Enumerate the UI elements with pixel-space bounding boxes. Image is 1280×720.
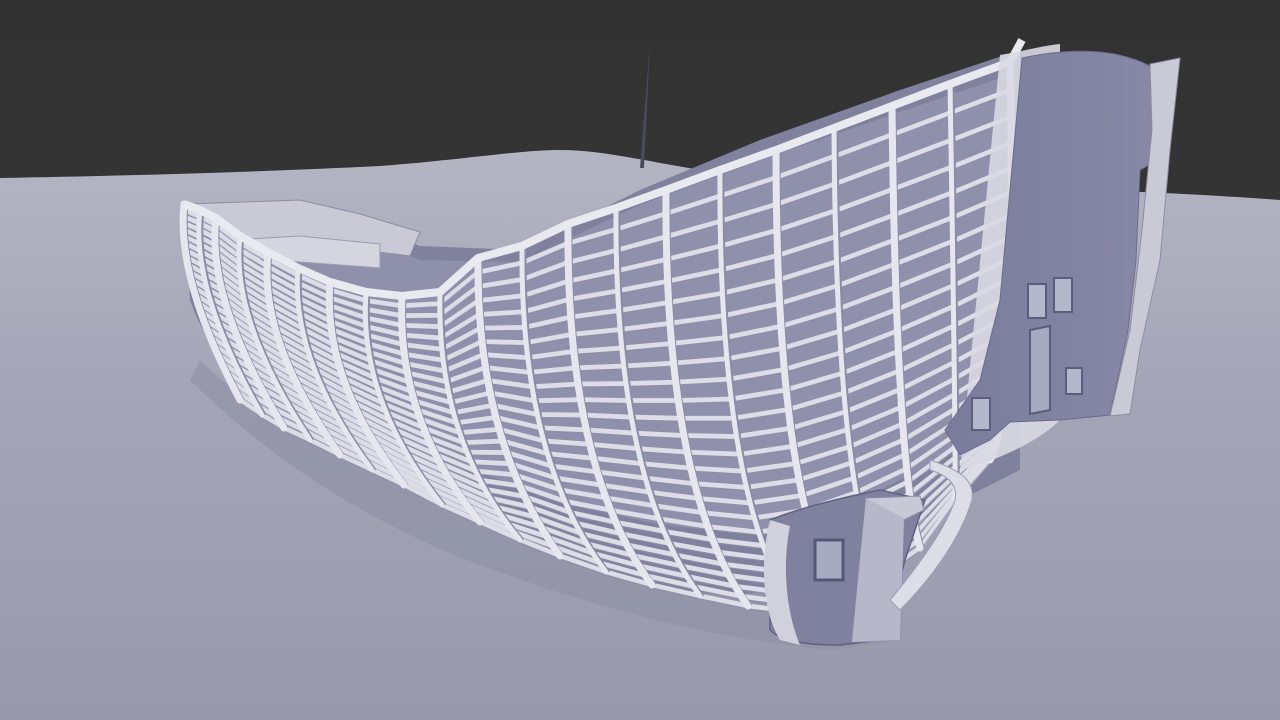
transom-window-4 bbox=[971, 397, 991, 431]
transom-window-3 bbox=[1065, 367, 1083, 395]
render-viewport bbox=[0, 0, 1280, 720]
transom-window-2 bbox=[1053, 277, 1073, 313]
transom-window-1 bbox=[1027, 283, 1047, 319]
scene-svg bbox=[0, 0, 1280, 720]
transom-door bbox=[1029, 324, 1051, 416]
lower-window bbox=[813, 538, 845, 582]
